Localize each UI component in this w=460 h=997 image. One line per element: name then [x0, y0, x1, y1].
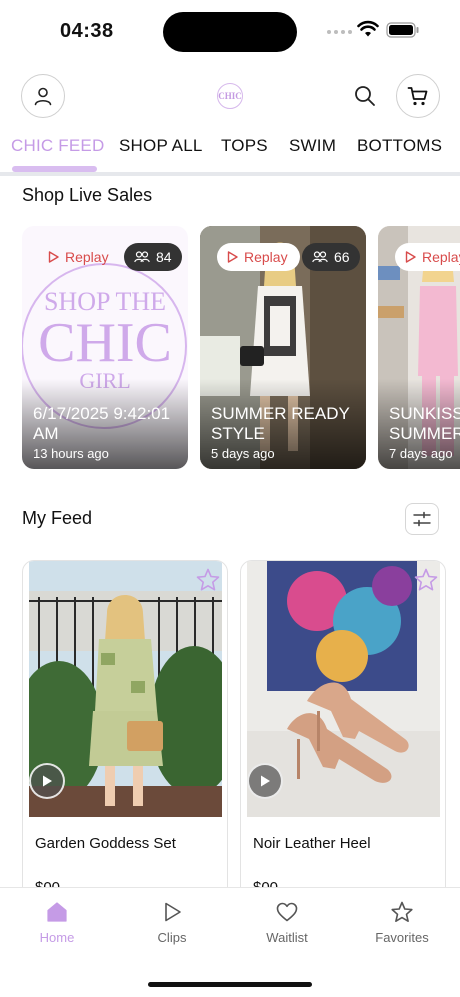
product-name: Noir Leather Heel [253, 835, 371, 852]
person-icon [34, 87, 52, 106]
live-sale-card[interactable]: Replay 66 SUMMER READY STYLE 5 days ago [200, 226, 366, 469]
product-card[interactable]: Noir Leather Heel $00 [240, 560, 446, 900]
cart-button[interactable] [396, 74, 440, 118]
play-video-button[interactable] [247, 763, 283, 799]
play-icon [165, 902, 181, 922]
status-bar: 04:38 [0, 0, 460, 62]
shop-the-chic-girl-artwork: SHOP THE CHIC GIRL [38, 287, 172, 392]
replay-badge[interactable]: Replay [395, 243, 460, 271]
heart-icon [276, 902, 298, 922]
viewer-count-badge: 84 [124, 243, 182, 271]
live-sale-title: SUMMER READY STYLE [211, 404, 350, 443]
cellular-signal-icon [327, 30, 352, 34]
bottom-nav: Home Clips Waitlist Favorites [0, 887, 460, 997]
status-time: 04:38 [60, 20, 114, 42]
live-sales-title: Shop Live Sales [22, 185, 153, 205]
viewers-icon [134, 251, 150, 263]
dynamic-island [163, 12, 297, 52]
favorite-star-icon[interactable] [413, 567, 439, 593]
live-sale-card[interactable]: SHOP THE CHIC GIRL Replay 84 6/17/2025 9… [22, 226, 188, 469]
live-sale-card[interactable]: Replay SUNKISS SUMMER 7 days ago [378, 226, 460, 469]
live-sale-time: 13 hours ago [33, 446, 109, 461]
play-video-button[interactable] [29, 763, 65, 799]
tab-swim[interactable]: SWIM [289, 136, 336, 156]
tab-shop-all[interactable]: SHOP ALL [119, 136, 203, 156]
nav-home[interactable]: Home [17, 900, 97, 945]
favorite-star-icon[interactable] [195, 567, 221, 593]
tab-chic-feed[interactable]: CHIC FEED [11, 136, 104, 156]
replay-badge[interactable]: Replay [217, 243, 300, 271]
feed-title: My Feed [22, 508, 93, 528]
product-card[interactable]: Garden Goddess Set $00 [22, 560, 228, 900]
live-sale-time: 7 days ago [389, 446, 453, 461]
play-icon [43, 775, 52, 787]
nav-waitlist[interactable]: Waitlist [247, 900, 327, 945]
replay-badge[interactable]: Replay [38, 243, 121, 271]
home-indicator [148, 982, 312, 987]
live-sale-time: 5 days ago [211, 446, 275, 461]
category-tabs: CHIC FEED SHOP ALL TOPS SWIM BOTTOMS [0, 132, 460, 174]
star-icon [391, 901, 413, 922]
play-outline-icon [48, 251, 59, 263]
home-icon [47, 902, 67, 922]
viewers-icon [312, 251, 328, 263]
battery-icon [386, 22, 419, 38]
filter-button[interactable] [405, 503, 439, 535]
app-header: CHIC [0, 62, 460, 132]
sliders-icon [413, 511, 431, 527]
search-button[interactable] [352, 83, 378, 109]
live-sale-title: SUNKISS SUMMER [389, 404, 460, 443]
play-outline-icon [227, 251, 238, 263]
profile-button[interactable] [21, 74, 65, 118]
play-outline-icon [405, 251, 416, 263]
cart-icon [407, 87, 428, 106]
tab-tops[interactable]: TOPS [221, 136, 268, 156]
tabs-divider [0, 172, 460, 176]
play-icon [261, 775, 270, 787]
live-sale-title: 6/17/2025 9:42:01 AM [33, 404, 171, 443]
nav-favorites[interactable]: Favorites [362, 900, 442, 945]
wifi-icon [357, 20, 379, 37]
tab-bottoms[interactable]: BOTTOMS [357, 136, 442, 156]
product-name: Garden Goddess Set [35, 835, 176, 852]
nav-clips[interactable]: Clips [132, 900, 212, 945]
viewer-count-badge: 66 [302, 243, 360, 271]
brand-logo[interactable]: CHIC [217, 83, 243, 109]
search-icon [355, 86, 375, 106]
